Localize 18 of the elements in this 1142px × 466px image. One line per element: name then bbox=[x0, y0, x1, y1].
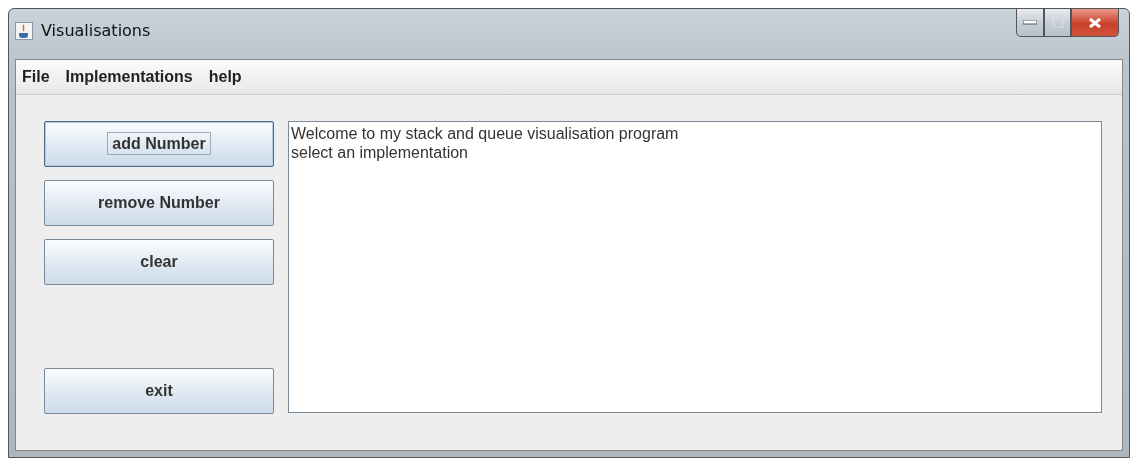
text-area[interactable]: Welcome to my stack and queue visualisation program select an implementation bbox=[288, 121, 1102, 413]
minimize-button[interactable] bbox=[1016, 9, 1044, 37]
maximize-button[interactable] bbox=[1044, 9, 1071, 37]
minimize-icon bbox=[1023, 20, 1037, 25]
action-button[interactable]: clear bbox=[44, 239, 274, 285]
action-button[interactable]: add Number bbox=[44, 121, 274, 167]
cup-icon bbox=[15, 21, 33, 40]
text-line: select an implementation bbox=[291, 143, 469, 162]
close-button[interactable] bbox=[1071, 9, 1119, 37]
menu-item[interactable]: Implementations bbox=[65, 68, 193, 86]
maximize-icon bbox=[1051, 17, 1064, 28]
text-line: Welcome to my stack and queue visualisation program bbox=[291, 124, 680, 143]
menu-item[interactable]: help bbox=[208, 68, 242, 86]
action-button[interactable]: exit bbox=[44, 368, 274, 414]
menu-item[interactable]: File bbox=[22, 68, 50, 86]
action-button[interactable]: remove Number bbox=[44, 180, 274, 226]
close-icon bbox=[1087, 16, 1103, 29]
window-title: Visualisations bbox=[41, 21, 151, 40]
